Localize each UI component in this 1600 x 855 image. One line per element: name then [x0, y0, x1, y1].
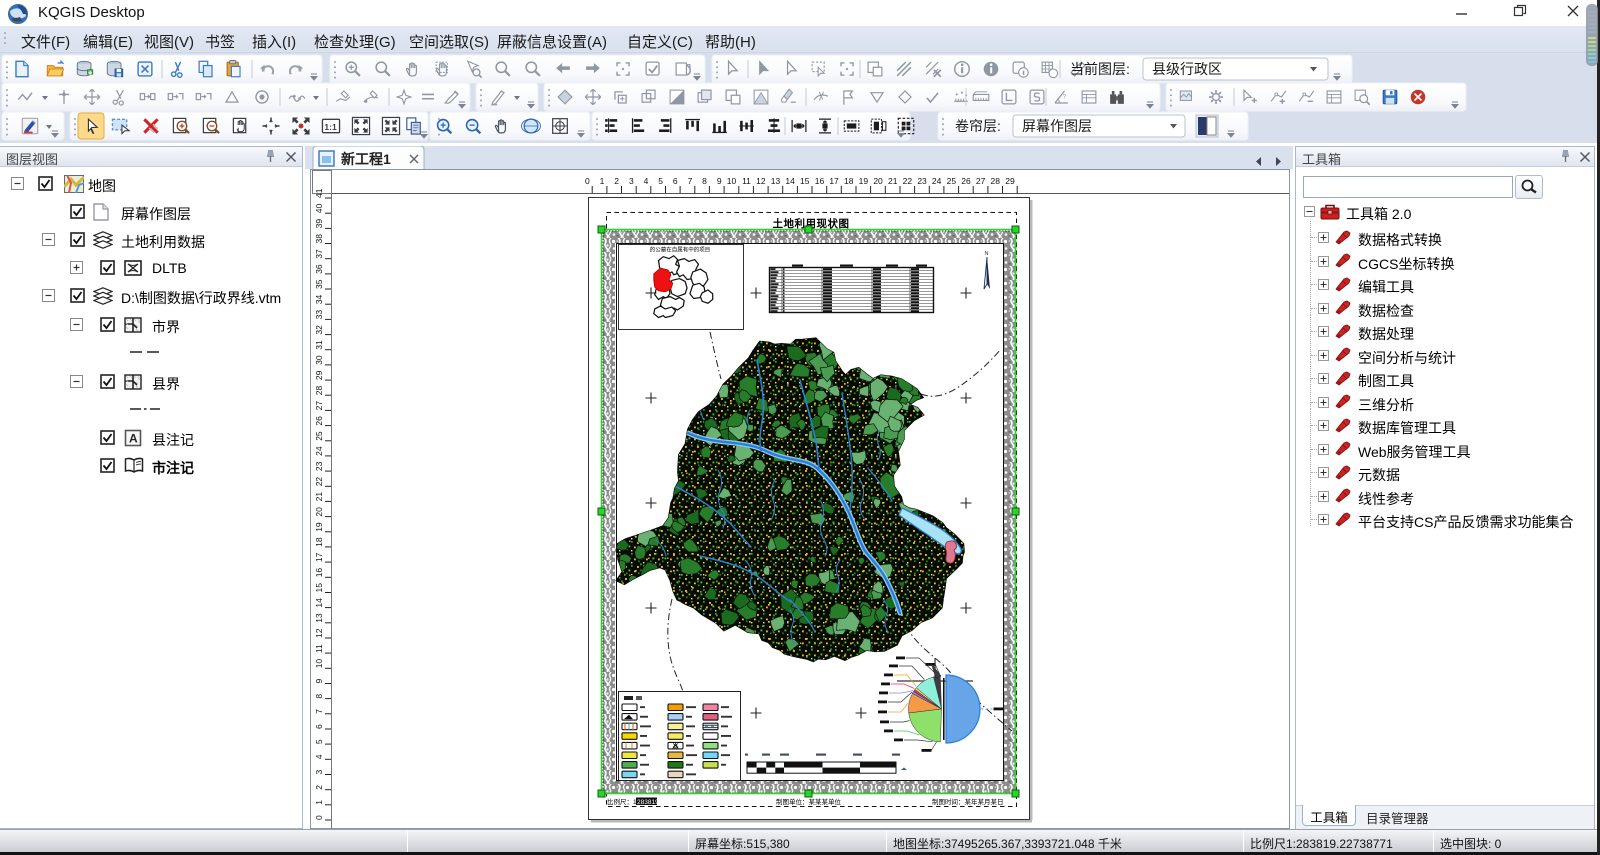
svg-text:屏幕作图层: 屏幕作图层 — [1022, 118, 1092, 134]
svg-text:22: 22 — [314, 477, 324, 487]
svg-text:24: 24 — [932, 176, 942, 186]
svg-text:11: 11 — [314, 644, 324, 653]
svg-text:21: 21 — [314, 492, 324, 502]
svg-text:26: 26 — [961, 176, 971, 186]
svg-text:的公墓在自属有中的项目: 的公墓在自属有中的项目 — [650, 246, 711, 254]
svg-text:24: 24 — [314, 446, 324, 456]
svg-text:32: 32 — [314, 325, 324, 335]
svg-text:县级行政区: 县级行政区 — [1152, 61, 1222, 77]
svg-text:当前图层:: 当前图层: — [1070, 61, 1130, 77]
svg-text:18: 18 — [314, 537, 324, 547]
svg-text:11: 11 — [742, 176, 751, 186]
svg-text:29: 29 — [1005, 176, 1015, 186]
svg-text:7: 7 — [314, 709, 324, 714]
svg-text:2: 2 — [314, 785, 324, 790]
svg-text:39: 39 — [314, 219, 324, 229]
svg-text:23: 23 — [314, 461, 324, 471]
svg-text:20: 20 — [314, 507, 324, 517]
svg-text:卷帘层:: 卷帘层: — [955, 118, 1001, 134]
svg-text:25: 25 — [947, 176, 957, 186]
svg-text:14: 14 — [314, 598, 324, 608]
svg-text:35: 35 — [314, 279, 324, 289]
svg-text:0: 0 — [585, 176, 590, 186]
svg-text:17: 17 — [314, 552, 324, 562]
svg-text:17: 17 — [829, 176, 839, 186]
svg-text:0: 0 — [314, 815, 324, 820]
svg-text:制图单位：某某某单位: 制图单位：某某某单位 — [776, 797, 842, 806]
svg-text:15: 15 — [800, 176, 810, 186]
svg-text:23: 23 — [917, 176, 927, 186]
svg-text:8: 8 — [702, 176, 707, 186]
svg-text:27: 27 — [976, 176, 986, 186]
svg-text:12: 12 — [314, 628, 324, 638]
svg-text:28: 28 — [991, 176, 1001, 186]
svg-text:1:1: 1:1 — [324, 122, 337, 132]
svg-text:10: 10 — [314, 659, 324, 669]
svg-text:3: 3 — [314, 770, 324, 775]
svg-text:38: 38 — [314, 234, 324, 244]
svg-text:283819: 283819 — [637, 799, 659, 806]
svg-text:19: 19 — [859, 176, 869, 186]
svg-text:41: 41 — [314, 188, 324, 198]
svg-text:9: 9 — [314, 679, 324, 684]
svg-text:26: 26 — [314, 416, 324, 426]
svg-text:37: 37 — [314, 249, 324, 259]
svg-text:10: 10 — [727, 176, 737, 186]
svg-text:33: 33 — [314, 310, 324, 320]
svg-text:3: 3 — [629, 176, 634, 186]
svg-text:16: 16 — [815, 176, 825, 186]
svg-text:29: 29 — [314, 370, 324, 380]
svg-text:27: 27 — [314, 401, 324, 411]
svg-text:5: 5 — [314, 739, 324, 744]
svg-text:14: 14 — [785, 176, 795, 186]
svg-text:16: 16 — [314, 568, 324, 578]
svg-text:30: 30 — [314, 355, 324, 365]
svg-text:4: 4 — [644, 176, 649, 186]
svg-text:19: 19 — [314, 522, 324, 532]
svg-text:N: N — [985, 251, 989, 257]
svg-text:新工程1: 新工程1 — [341, 151, 391, 167]
svg-text:15: 15 — [314, 583, 324, 593]
svg-text:8: 8 — [314, 694, 324, 699]
svg-text:7: 7 — [688, 176, 693, 186]
svg-text:4: 4 — [314, 754, 324, 759]
svg-text:40: 40 — [314, 203, 324, 213]
svg-text:6: 6 — [314, 724, 324, 729]
svg-text:1: 1 — [314, 800, 324, 805]
svg-text:18: 18 — [844, 176, 854, 186]
svg-text:22: 22 — [903, 176, 913, 186]
svg-text:36: 36 — [314, 264, 324, 274]
svg-text:6: 6 — [673, 176, 678, 186]
svg-text:5: 5 — [658, 176, 663, 186]
svg-text:20: 20 — [873, 176, 883, 186]
svg-text:制图时间：某年某月某日: 制图时间：某年某月某日 — [932, 797, 1004, 806]
svg-text:1: 1 — [600, 176, 605, 186]
svg-text:28: 28 — [314, 385, 324, 395]
svg-text:9: 9 — [717, 176, 722, 186]
svg-text:比例尺：1:: 比例尺：1: — [607, 797, 639, 806]
svg-text:13: 13 — [771, 176, 781, 186]
svg-text:25: 25 — [314, 431, 324, 441]
svg-text:31: 31 — [314, 340, 324, 350]
svg-text:21: 21 — [888, 176, 898, 186]
svg-text:13: 13 — [314, 613, 324, 623]
svg-text:34: 34 — [314, 294, 324, 304]
svg-text:A: A — [129, 432, 138, 446]
svg-text:12: 12 — [756, 176, 766, 186]
svg-text:2: 2 — [614, 176, 619, 186]
